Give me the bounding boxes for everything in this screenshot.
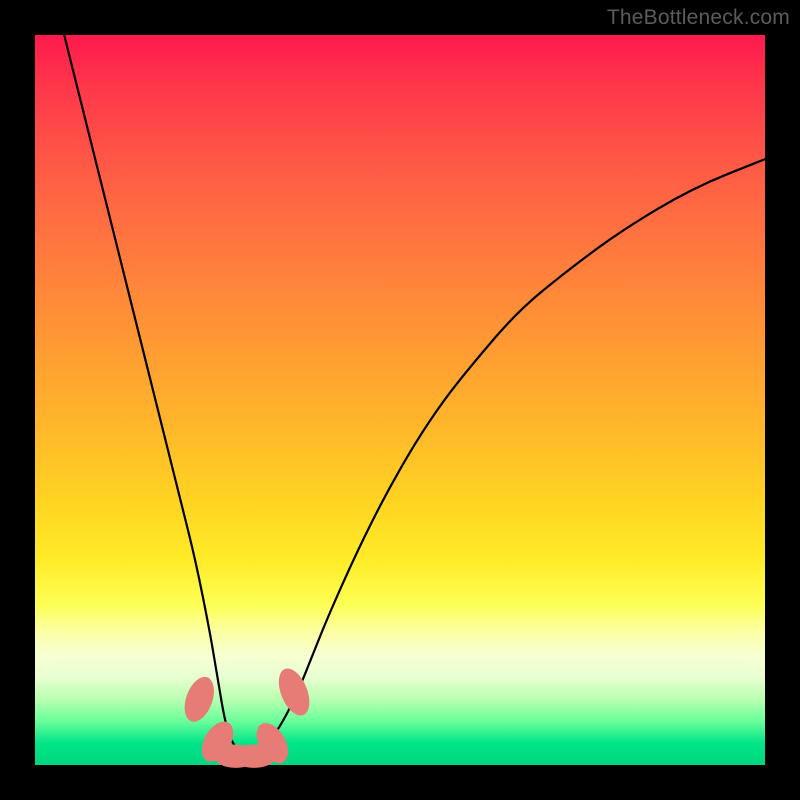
watermark-text: TheBottleneck.com [607, 6, 790, 30]
valley-marker [273, 664, 316, 720]
bottleneck-curve [64, 35, 765, 750]
plot-area [35, 35, 765, 765]
valley-markers [179, 664, 316, 769]
curve-svg [35, 35, 765, 765]
chart-frame: TheBottleneck.com [0, 0, 800, 800]
valley-marker [179, 673, 220, 726]
